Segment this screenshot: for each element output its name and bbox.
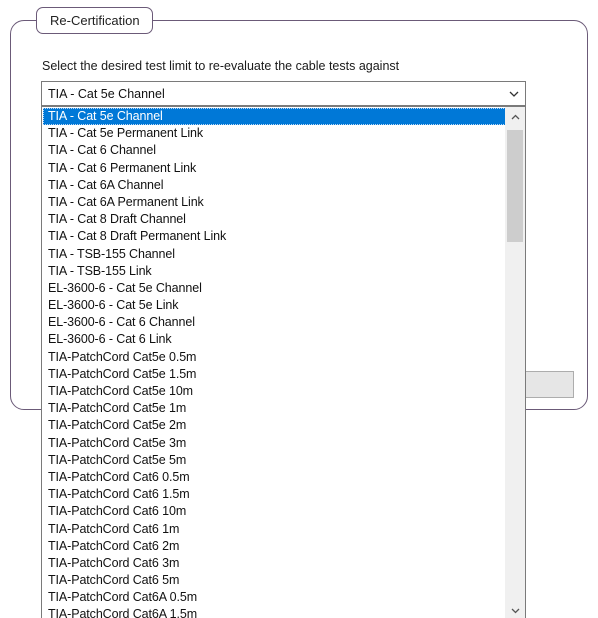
- dropdown-option[interactable]: TIA - Cat 5e Channel: [43, 108, 506, 126]
- dropdown-option[interactable]: TIA-PatchCord Cat6 5m: [43, 572, 506, 589]
- dropdown-option[interactable]: TIA-PatchCord Cat5e 3m: [43, 435, 506, 452]
- dropdown-option[interactable]: TIA - Cat 8 Draft Channel: [43, 211, 506, 228]
- chevron-down-icon[interactable]: [503, 82, 525, 105]
- dropdown-items: TIA - Cat 5e Channel TIA - Cat 5e Permane…: [43, 108, 506, 618]
- dropdown-option[interactable]: TIA-PatchCord Cat5e 10m: [43, 383, 506, 400]
- dropdown-option[interactable]: EL-3600-6 - Cat 5e Link: [43, 297, 506, 314]
- dropdown-option[interactable]: TIA-PatchCord Cat6 10m: [43, 503, 506, 520]
- chevron-up-icon: [511, 107, 520, 125]
- dropdown-option[interactable]: TIA-PatchCord Cat6 0.5m: [43, 469, 506, 486]
- dropdown-option[interactable]: TIA - TSB-155 Channel: [43, 246, 506, 263]
- scroll-down-button[interactable]: [505, 601, 525, 618]
- scrollbar-thumb[interactable]: [507, 130, 523, 242]
- dropdown-option[interactable]: TIA - Cat 6A Channel: [43, 177, 506, 194]
- dropdown-option[interactable]: TIA-PatchCord Cat5e 2m: [43, 417, 506, 434]
- dropdown-option[interactable]: TIA - Cat 6A Permanent Link: [43, 194, 506, 211]
- dropdown-option[interactable]: TIA-PatchCord Cat6 3m: [43, 555, 506, 572]
- test-limit-dropdown-list[interactable]: TIA - Cat 5e Channel TIA - Cat 5e Permane…: [41, 106, 526, 618]
- dropdown-option[interactable]: TIA - Cat 6 Channel: [43, 142, 506, 159]
- dropdown-option[interactable]: TIA-PatchCord Cat5e 5m: [43, 452, 506, 469]
- combo-selected-value: TIA - Cat 5e Channel: [48, 86, 165, 101]
- dropdown-option[interactable]: EL-3600-6 - Cat 5e Channel: [43, 280, 506, 297]
- dropdown-option[interactable]: TIA-PatchCord Cat5e 0.5m: [43, 349, 506, 366]
- dropdown-option[interactable]: TIA-PatchCord Cat6 1m: [43, 521, 506, 538]
- dropdown-option[interactable]: TIA-PatchCord Cat6A 0.5m: [43, 589, 506, 606]
- dropdown-option[interactable]: TIA-PatchCord Cat5e 1.5m: [43, 366, 506, 383]
- instruction-label: Select the desired test limit to re-eval…: [42, 59, 400, 73]
- chevron-down-icon: [511, 601, 520, 618]
- dropdown-option[interactable]: EL-3600-6 - Cat 6 Link: [43, 331, 506, 348]
- scroll-up-button[interactable]: [505, 107, 525, 125]
- dropdown-option[interactable]: TIA - Cat 8 Draft Permanent Link: [43, 228, 506, 245]
- dropdown-option[interactable]: EL-3600-6 - Cat 6 Channel: [43, 314, 506, 331]
- test-limit-combobox[interactable]: TIA - Cat 5e Channel: [41, 81, 526, 106]
- dropdown-option[interactable]: TIA-PatchCord Cat5e 1m: [43, 400, 506, 417]
- dropdown-option[interactable]: TIA-PatchCord Cat6 1.5m: [43, 486, 506, 503]
- recertification-dialog: Re-Certification Select the desired test…: [0, 0, 598, 618]
- dropdown-scrollbar[interactable]: [505, 107, 525, 618]
- dropdown-option[interactable]: TIA - Cat 5e Permanent Link: [43, 125, 506, 142]
- dropdown-option[interactable]: TIA - TSB-155 Link: [43, 263, 506, 280]
- dropdown-option[interactable]: TIA-PatchCord Cat6A 1.5m: [43, 606, 506, 618]
- background-button: [524, 371, 574, 398]
- dropdown-option[interactable]: TIA-PatchCord Cat6 2m: [43, 538, 506, 555]
- dropdown-option[interactable]: TIA - Cat 6 Permanent Link: [43, 160, 506, 177]
- groupbox-title: Re-Certification: [36, 7, 153, 34]
